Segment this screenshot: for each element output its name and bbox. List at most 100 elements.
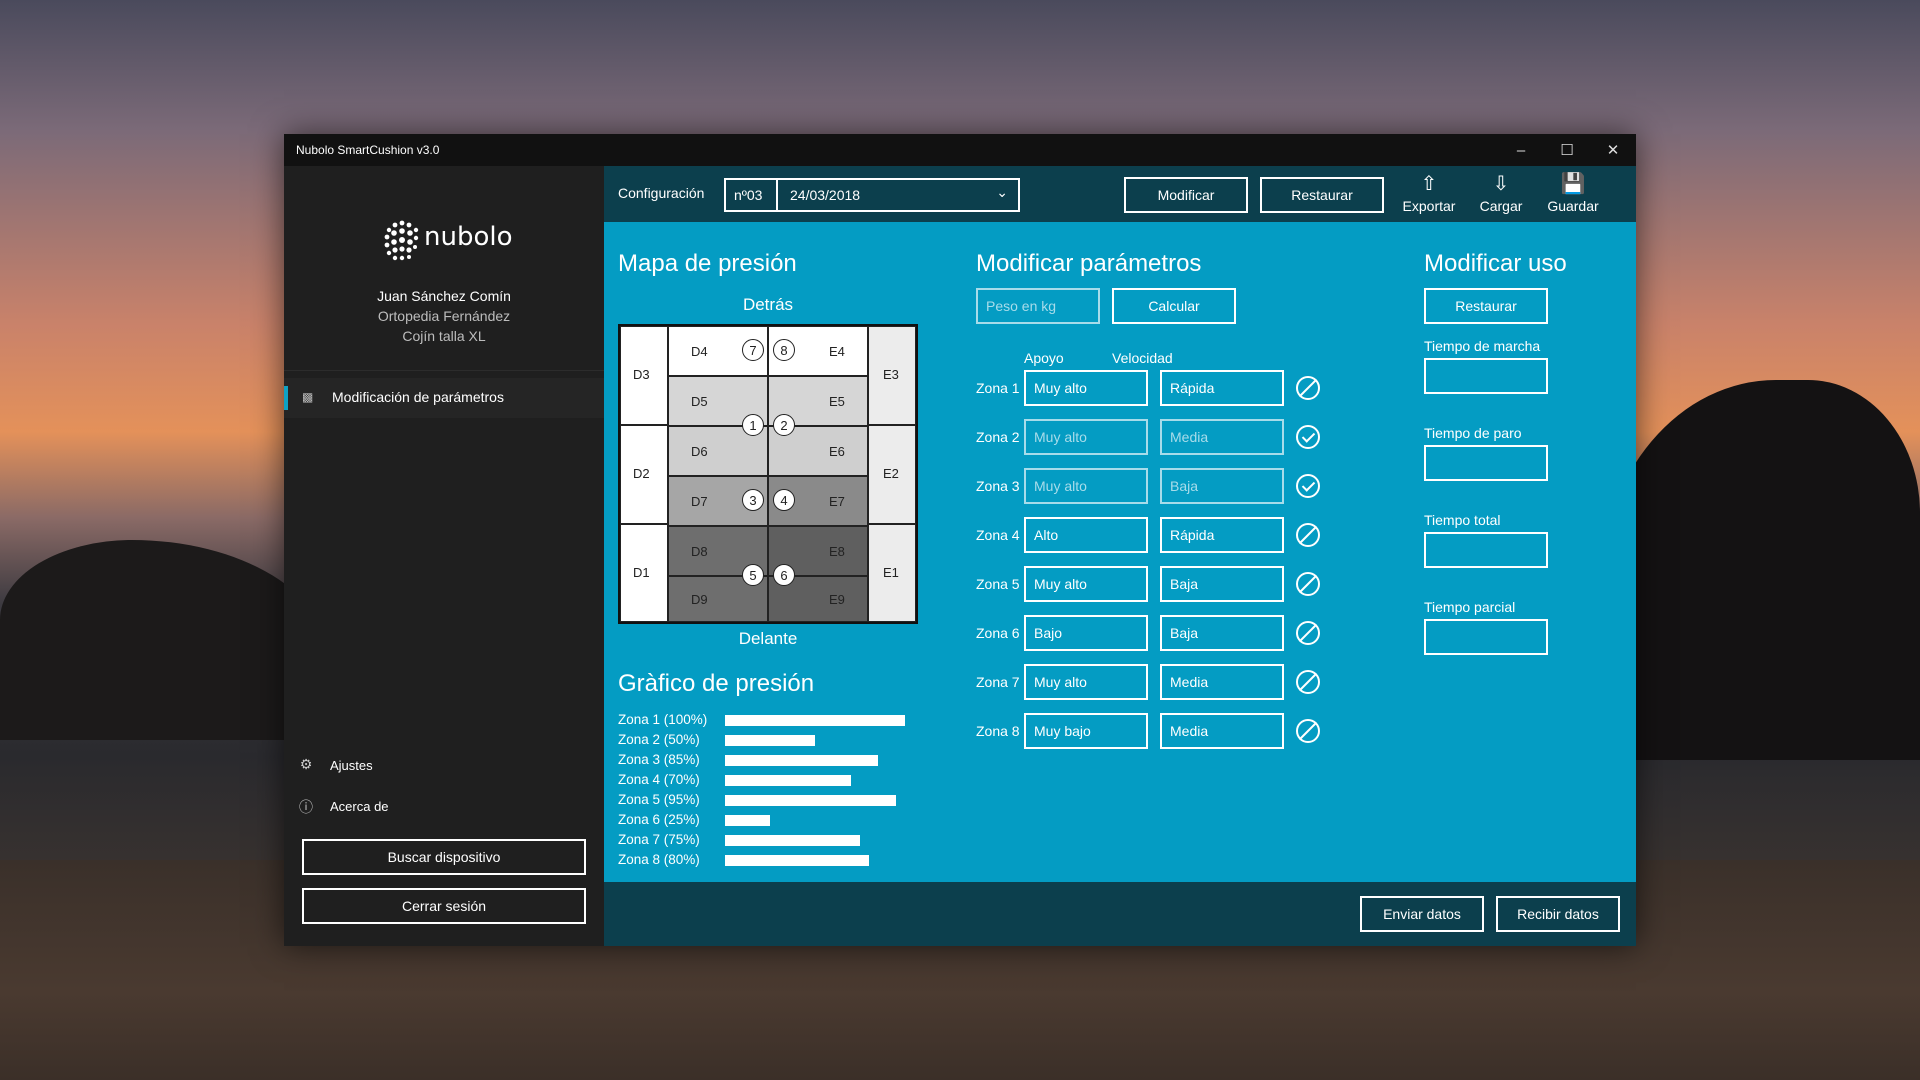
export-icon: ⇧ bbox=[1420, 173, 1438, 195]
zone-label: Zona 1 bbox=[976, 380, 1020, 396]
gear-icon: ⚙ bbox=[299, 756, 313, 772]
chart-row-label: Zona 7 (75%) bbox=[618, 832, 700, 847]
chart-row: Zona 3 (85%) bbox=[618, 750, 938, 770]
restore-usage-button[interactable]: Restaurar bbox=[1424, 288, 1548, 324]
zone-label: Zona 7 bbox=[976, 674, 1020, 690]
zone-speed-field[interactable]: Baja bbox=[1160, 468, 1284, 504]
send-data-button[interactable]: Enviar datos bbox=[1360, 896, 1484, 932]
chevron-down-icon: ⌄ bbox=[996, 184, 1008, 200]
title-bar: Nubolo SmartCushion v3.0 – ☐ ✕ bbox=[284, 134, 1636, 166]
zone-label: Zona 4 bbox=[976, 527, 1020, 543]
save-label: Guardar bbox=[1547, 198, 1599, 214]
map-cell-d2: D2 bbox=[620, 425, 668, 524]
zone-speed-field[interactable]: Baja bbox=[1160, 615, 1284, 651]
settings-link[interactable]: ⚙ Ajustes bbox=[298, 750, 578, 782]
chart-row-label: Zona 2 (50%) bbox=[618, 732, 700, 747]
calculate-button[interactable]: Calcular bbox=[1112, 288, 1236, 324]
modify-button[interactable]: Modificar bbox=[1124, 177, 1248, 213]
logout-button[interactable]: Cerrar sesión bbox=[302, 888, 586, 924]
disabled-circle-icon[interactable] bbox=[1296, 719, 1320, 743]
chart-row-label: Zona 5 (95%) bbox=[618, 792, 700, 807]
zone-speed-field[interactable]: Baja bbox=[1160, 566, 1284, 602]
usage-field-input[interactable] bbox=[1424, 358, 1548, 394]
chart-row-label: Zona 3 (85%) bbox=[618, 752, 700, 767]
close-button[interactable]: ✕ bbox=[1590, 134, 1636, 166]
config-date: 24/03/2018 ⌄ bbox=[778, 180, 1018, 210]
zone-support-field[interactable]: Muy bajo bbox=[1024, 713, 1148, 749]
zone-support-field[interactable]: Muy alto bbox=[1024, 419, 1148, 455]
load-label: Cargar bbox=[1479, 198, 1523, 214]
usage-field-label: Tiempo parcial bbox=[1424, 599, 1516, 615]
disabled-circle-icon[interactable] bbox=[1296, 376, 1320, 400]
disabled-circle-icon[interactable] bbox=[1296, 621, 1320, 645]
export-label: Exportar bbox=[1402, 198, 1456, 214]
zone-label: Zona 8 bbox=[976, 723, 1020, 739]
chart-bar bbox=[725, 795, 896, 806]
sensor-3: 3 bbox=[742, 489, 764, 511]
config-label: Configuración bbox=[618, 185, 705, 201]
config-dropdown[interactable]: nº03 24/03/2018 ⌄ bbox=[724, 178, 1020, 212]
map-cell-d3: D3 bbox=[620, 326, 668, 425]
params-title: Modificar parámetros bbox=[976, 250, 1202, 277]
toolbar: Configuración nº03 24/03/2018 ⌄ Modifica… bbox=[604, 166, 1636, 222]
chart-bar bbox=[725, 775, 851, 786]
about-link[interactable]: ⓘ Acerca de bbox=[298, 791, 578, 823]
app-window: Nubolo SmartCushion v3.0 – ☐ ✕ nubolo Ju… bbox=[284, 134, 1636, 946]
map-cell-e3: E3 bbox=[868, 326, 916, 425]
check-circle-icon[interactable] bbox=[1296, 474, 1320, 498]
zone-speed-field[interactable]: Media bbox=[1160, 664, 1284, 700]
chart-bar bbox=[725, 755, 878, 766]
export-button[interactable]: ⇧ Exportar bbox=[1396, 172, 1462, 220]
chart-row: Zona 4 (70%) bbox=[618, 770, 938, 790]
usage-title: Modificar uso bbox=[1424, 250, 1567, 277]
zone-speed-field[interactable]: Media bbox=[1160, 713, 1284, 749]
chart-row: Zona 1 (100%) bbox=[618, 710, 938, 730]
sidebar-item-modificacion-parametros[interactable]: ▩ Modificación de parámetros bbox=[284, 378, 604, 418]
chart-bar bbox=[725, 815, 770, 826]
zone-speed-field[interactable]: Media bbox=[1160, 419, 1284, 455]
map-cell-d1: D1 bbox=[620, 524, 668, 622]
save-button[interactable]: 💾 Guardar bbox=[1540, 172, 1606, 220]
minimize-button[interactable]: – bbox=[1498, 134, 1544, 166]
usage-field-input[interactable] bbox=[1424, 619, 1548, 655]
zone-support-field[interactable]: Muy alto bbox=[1024, 664, 1148, 700]
chart-row-label: Zona 6 (25%) bbox=[618, 812, 700, 827]
zone-support-field[interactable]: Muy alto bbox=[1024, 566, 1148, 602]
speed-header: Velocidad bbox=[1112, 350, 1173, 366]
check-circle-icon[interactable] bbox=[1296, 425, 1320, 449]
support-header: Apoyo bbox=[1024, 350, 1064, 366]
map-cell-e1: E1 bbox=[868, 524, 916, 622]
search-device-button[interactable]: Buscar dispositivo bbox=[302, 839, 586, 875]
maximize-button[interactable]: ☐ bbox=[1544, 134, 1590, 166]
chart-row: Zona 2 (50%) bbox=[618, 730, 938, 750]
usage-field-input[interactable] bbox=[1424, 445, 1548, 481]
pressure-map: D3 D2 D1 E3 E2 E1 D4 E4 D5 E5 D6 E6 D7 E… bbox=[618, 324, 918, 624]
pressure-chart-title: Gràfico de presión bbox=[618, 670, 815, 697]
usage-field-label: Tiempo total bbox=[1424, 512, 1501, 528]
usage-field-input[interactable] bbox=[1424, 532, 1548, 568]
disabled-circle-icon[interactable] bbox=[1296, 572, 1320, 596]
chart-row: Zona 6 (25%) bbox=[618, 810, 938, 830]
map-cell-e2: E2 bbox=[868, 425, 916, 524]
zone-speed-field[interactable]: Rápida bbox=[1160, 370, 1284, 406]
disabled-circle-icon[interactable] bbox=[1296, 523, 1320, 547]
zone-support-field[interactable]: Bajo bbox=[1024, 615, 1148, 651]
pressure-map-title: Mapa de presión bbox=[618, 250, 797, 277]
sensor-4: 4 bbox=[773, 489, 795, 511]
zone-speed-field[interactable]: Rápida bbox=[1160, 517, 1284, 553]
main-panel: Mapa de presión Detrás D3 D2 D1 E3 E2 E1… bbox=[604, 222, 1636, 882]
zone-label: Zona 5 bbox=[976, 576, 1020, 592]
zone-support-field[interactable]: Muy alto bbox=[1024, 468, 1148, 504]
user-name: Juan Sánchez Comín bbox=[377, 288, 511, 304]
zone-support-field[interactable]: Alto bbox=[1024, 517, 1148, 553]
disabled-circle-icon[interactable] bbox=[1296, 670, 1320, 694]
receive-data-button[interactable]: Recibir datos bbox=[1496, 896, 1620, 932]
minimize-icon: – bbox=[1516, 141, 1526, 159]
active-indicator bbox=[284, 386, 288, 410]
zone-support-field[interactable]: Muy alto bbox=[1024, 370, 1148, 406]
weight-input[interactable]: Peso en kg bbox=[976, 288, 1100, 324]
usage-field-label: Tiempo de paro bbox=[1424, 425, 1522, 441]
load-button[interactable]: ⇩ Cargar bbox=[1468, 172, 1534, 220]
restore-config-button[interactable]: Restaurar bbox=[1260, 177, 1384, 213]
chart-row-label: Zona 4 (70%) bbox=[618, 772, 700, 787]
